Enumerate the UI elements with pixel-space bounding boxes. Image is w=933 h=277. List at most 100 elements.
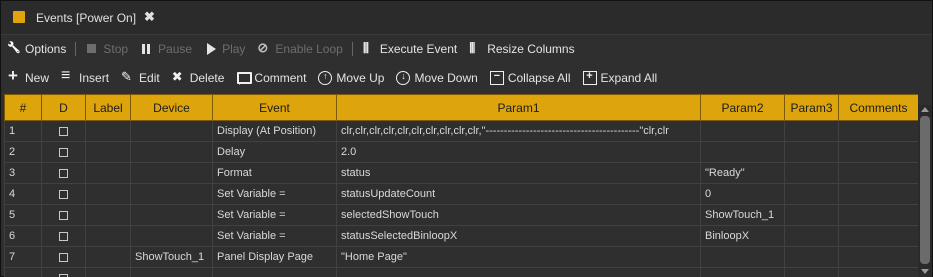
pause-icon	[140, 42, 154, 56]
title-bar: Events [Power On] ✖	[1, 1, 932, 35]
column-header-event[interactable]: Event	[212, 94, 337, 121]
options-button[interactable]: Options	[1, 38, 72, 60]
plus-icon	[7, 66, 21, 86]
table-row[interactable]: 6 Set Variable = statusSelectedBinloopX …	[4, 225, 918, 247]
comment-button[interactable]: Comment	[230, 67, 312, 89]
new-button[interactable]: New	[1, 66, 55, 89]
comments-cell	[838, 267, 918, 277]
execute-icon	[362, 40, 376, 57]
column-header-disabled[interactable]: D	[41, 94, 86, 121]
comment-icon	[236, 71, 253, 85]
device-cell	[130, 141, 213, 163]
table-row[interactable]: 2 Delay 2.0	[4, 141, 918, 163]
disabled-cell	[41, 141, 86, 163]
param2-cell	[700, 246, 785, 268]
table-row[interactable]	[4, 267, 918, 277]
stop-label: Stop	[103, 42, 129, 56]
move-down-button[interactable]: Move Down	[390, 67, 483, 89]
table-row[interactable]: 1 Display (At Position) clr,clr,clr,clr,…	[4, 120, 918, 142]
window-icon	[13, 11, 25, 23]
label-cell	[85, 267, 131, 277]
param2-cell	[700, 120, 785, 142]
collapse-all-button[interactable]: Collapse All	[484, 67, 577, 89]
edit-button[interactable]: Edit	[115, 67, 166, 89]
column-header-param1[interactable]: Param1	[336, 94, 701, 121]
label-cell	[85, 225, 131, 247]
param1-cell: clr,clr,clr,clr,clr,clr,clr,clr,clr,clr,…	[336, 120, 701, 142]
table-row[interactable]: 7 ShowTouch_1 Panel Display Page "Home P…	[4, 246, 918, 268]
stop-button[interactable]: Stop	[79, 38, 134, 60]
loop-off-icon	[257, 40, 271, 56]
scrollbar-thumb[interactable]	[920, 116, 930, 264]
param1-cell	[336, 267, 701, 277]
vertical-scrollbar[interactable]	[918, 105, 932, 277]
play-label: Play	[222, 42, 246, 56]
toolbar-separator	[75, 42, 77, 56]
comments-cell	[838, 246, 918, 268]
disabled-checkbox[interactable]	[59, 189, 68, 199]
param2-cell	[700, 267, 785, 277]
row-number: 6	[4, 225, 42, 247]
events-window: Events [Power On] ✖ Options Stop Pause P…	[0, 0, 933, 277]
column-header-param3[interactable]: Param3	[784, 94, 839, 121]
pause-button[interactable]: Pause	[134, 38, 198, 60]
close-icon[interactable]: ✖	[144, 9, 155, 25]
disabled-cell	[41, 204, 86, 226]
column-header-label[interactable]: Label	[85, 94, 131, 121]
device-cell: ShowTouch_1	[130, 246, 213, 268]
column-header-comments[interactable]: Comments	[838, 94, 918, 121]
stop-icon	[85, 42, 99, 56]
device-cell	[130, 267, 213, 277]
comment-label: Comment	[254, 70, 307, 85]
play-icon	[204, 42, 218, 56]
disabled-checkbox[interactable]	[59, 231, 68, 241]
insert-label: Insert	[79, 70, 110, 85]
param1-cell: selectedShowTouch	[336, 204, 701, 226]
comments-cell	[838, 204, 918, 226]
expand-all-button[interactable]: Expand All	[577, 67, 664, 89]
play-button[interactable]: Play	[198, 38, 251, 60]
param3-cell	[784, 204, 839, 226]
event-cell: Set Variable =	[212, 183, 337, 205]
expand-all-label: Expand All	[600, 70, 658, 85]
move-up-button[interactable]: Move Up	[312, 67, 390, 89]
table-row[interactable]: 5 Set Variable = selectedShowTouch ShowT…	[4, 204, 918, 226]
table-row[interactable]: 3 Format status "Ready"	[4, 162, 918, 184]
toolbar-separator	[351, 42, 353, 56]
enable-loop-button[interactable]: Enable Loop	[251, 38, 348, 60]
resize-columns-button[interactable]: Resize Columns	[463, 38, 580, 60]
pencil-icon	[121, 69, 135, 85]
execute-event-button[interactable]: Execute Event	[356, 38, 463, 60]
label-cell	[85, 141, 131, 163]
insert-button[interactable]: Insert	[55, 67, 115, 89]
window-title: Events [Power On]	[36, 11, 137, 25]
arrow-up-circle-icon	[318, 70, 333, 85]
param3-cell	[784, 246, 839, 268]
param1-cell: statusSelectedBinloopX	[336, 225, 701, 247]
disabled-checkbox[interactable]	[59, 273, 68, 277]
disabled-checkbox[interactable]	[59, 210, 68, 220]
param3-cell	[784, 183, 839, 205]
row-number: 4	[4, 183, 42, 205]
disabled-checkbox[interactable]	[59, 168, 68, 178]
comments-cell	[838, 183, 918, 205]
disabled-checkbox[interactable]	[59, 252, 68, 262]
row-number	[4, 267, 42, 277]
insert-icon	[61, 67, 75, 85]
disabled-checkbox[interactable]	[59, 126, 68, 136]
delete-button[interactable]: Delete	[166, 67, 231, 89]
collapse-icon	[489, 70, 504, 85]
device-cell	[130, 162, 213, 184]
disabled-cell	[41, 120, 86, 142]
column-header-number[interactable]: #	[4, 94, 42, 121]
event-cell: Set Variable =	[212, 225, 337, 247]
scroll-up-icon[interactable]	[921, 107, 929, 112]
column-header-param2[interactable]: Param2	[700, 94, 785, 121]
param2-cell: "Ready"	[700, 162, 785, 184]
table-row[interactable]: 4 Set Variable = statusUpdateCount 0	[4, 183, 918, 205]
device-cell	[130, 204, 213, 226]
column-header-device[interactable]: Device	[130, 94, 213, 121]
row-number: 2	[4, 141, 42, 163]
scroll-down-icon[interactable]	[921, 269, 929, 274]
disabled-checkbox[interactable]	[59, 147, 68, 157]
